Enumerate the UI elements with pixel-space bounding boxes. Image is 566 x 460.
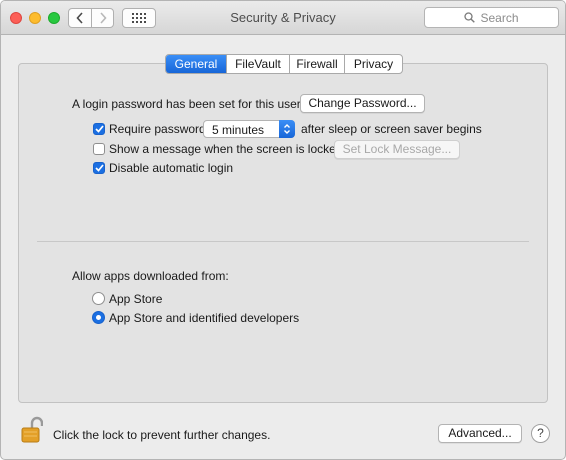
- section-divider: [37, 241, 529, 242]
- chevron-updown-icon: [284, 124, 290, 134]
- require-password-delay-select[interactable]: 5 minutes: [203, 120, 295, 138]
- require-password-label: Require password: [109, 122, 206, 136]
- settings-panel: [18, 63, 548, 403]
- set-lock-message-button[interactable]: Set Lock Message...: [334, 140, 460, 159]
- tab-filevault[interactable]: FileVault: [226, 55, 289, 73]
- tab-firewall[interactable]: Firewall: [289, 55, 344, 73]
- search-placeholder: Search: [480, 10, 519, 25]
- tab-general[interactable]: General: [166, 55, 226, 73]
- tab-bar: General FileVault Firewall Privacy: [165, 54, 403, 74]
- advanced-button[interactable]: Advanced...: [438, 424, 522, 443]
- tab-privacy[interactable]: Privacy: [344, 55, 402, 73]
- delay-value: 5 minutes: [212, 123, 265, 137]
- checkmark-icon: [94, 164, 104, 172]
- login-password-text: A login password has been set for this u…: [72, 97, 301, 111]
- require-password-checkbox[interactable]: [93, 123, 105, 135]
- help-button[interactable]: ?: [531, 424, 550, 443]
- require-password-suffix: after sleep or screen saver begins: [301, 122, 482, 136]
- title-bar: Security & Privacy Search: [1, 1, 565, 35]
- change-password-button[interactable]: Change Password...: [300, 94, 425, 113]
- disable-auto-login-label: Disable automatic login: [109, 161, 234, 175]
- allow-apps-heading: Allow apps downloaded from:: [72, 269, 229, 283]
- radio-app-store-label: App Store: [109, 292, 163, 306]
- radio-app-store[interactable]: [92, 292, 105, 305]
- lock-icon[interactable]: [21, 416, 43, 444]
- security-privacy-window: Security & Privacy Search General FileVa…: [0, 0, 566, 460]
- search-icon: [464, 12, 476, 23]
- show-message-checkbox[interactable]: [93, 143, 105, 155]
- stepper-arrows: [279, 120, 295, 138]
- show-message-label: Show a message when the screen is locked: [109, 142, 343, 156]
- disable-auto-login-checkbox[interactable]: [93, 162, 105, 174]
- search-field[interactable]: Search: [424, 7, 559, 28]
- lock-instruction-text: Click the lock to prevent further change…: [53, 428, 271, 442]
- radio-app-store-identified-label: App Store and identified developers: [109, 311, 300, 325]
- checkmark-icon: [94, 125, 104, 133]
- radio-app-store-identified[interactable]: [92, 311, 105, 324]
